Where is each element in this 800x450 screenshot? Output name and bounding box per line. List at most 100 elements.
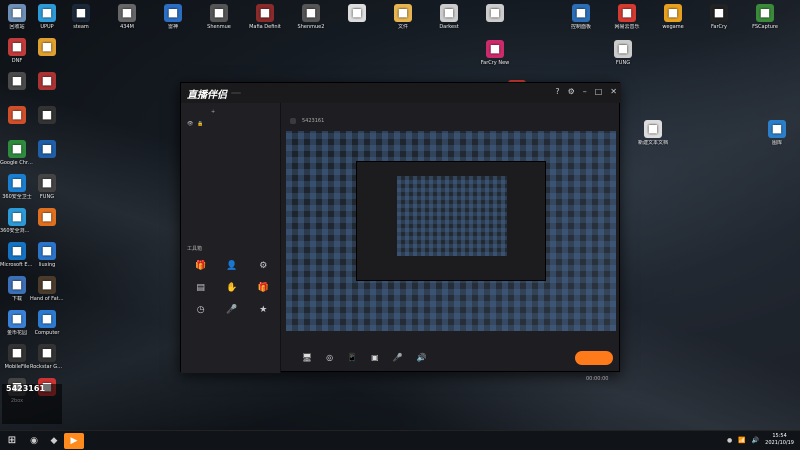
desktop-icon[interactable]: ■ 网易云音乐 [610,4,644,30]
close-icon[interactable]: ✕ [610,87,617,96]
help-icon[interactable]: ? [555,87,559,96]
app-icon: ■ [768,120,786,138]
desktop-icon[interactable]: ■ FarCry New [478,40,512,66]
desktop-icon-label: Rockstar Games [30,364,64,370]
add-scene-button[interactable]: + [211,109,215,115]
desktop-icon[interactable]: ■ [30,106,64,126]
notice-bar[interactable] [183,353,279,367]
desktop-icon[interactable]: ■ UPUP [30,4,64,30]
desktop-icon[interactable]: ■ 回收站 [0,4,34,30]
desktop-icon-label: Hand of Fate 2 [30,296,64,302]
desktop-icon[interactable]: ■ 新建文本文档 [636,120,670,146]
minimize-icon[interactable]: – [583,87,587,96]
network-icon[interactable]: 📶 [738,437,745,444]
desktop-icon[interactable]: ■ 下载 [0,276,34,302]
app-icon: ■ [164,4,182,22]
tray-icon[interactable]: ● [727,437,732,444]
toolbox-item[interactable]: ▤ [185,283,216,295]
desktop-icon[interactable]: ■ [30,38,64,58]
eye-icon[interactable]: 👁 [187,121,193,127]
desktop-icon[interactable]: ■ [0,106,34,126]
desktop-icon[interactable]: ■ DNF [0,38,34,64]
desktop-icon[interactable]: ■ 文件 [386,4,420,30]
scene-item[interactable]: 👁 🔒 [181,115,280,133]
source-button[interactable]: ◎ [326,353,333,363]
app-icon: ■ [756,4,774,22]
app-icon: ■ [38,4,56,22]
desktop-icon-label: 新建文本文档 [637,140,668,146]
desktop-icon[interactable]: ■ Computer [30,310,64,336]
toolbox-item[interactable]: 🎁 [248,283,279,295]
settings-icon[interactable]: ⚙ [568,87,575,96]
stream-preview[interactable] [286,131,616,331]
desktop-icon[interactable]: ■ [340,4,374,24]
toolbox-item[interactable]: ✋ [216,283,247,295]
desktop-icon[interactable]: ■ [0,72,34,92]
windows-start-icon[interactable]: ⊞ [0,435,24,446]
desktop-icon[interactable]: ■ 金币花园 [0,310,34,336]
source-button[interactable]: ▣ [371,353,379,363]
volume-icon[interactable]: 🔊 [752,437,759,444]
desktop-icon[interactable]: ■ MobileFile [0,344,34,370]
desktop-icon[interactable]: ■ Shenmue [202,4,236,30]
system-tray: ● 📶 🔊 15:54 2021/10/19 [727,433,794,447]
desktop-icon[interactable]: ■ 雷神 [156,4,190,30]
desktop-icon[interactable]: ■ Shenmue2 [294,4,328,30]
desktop-icon[interactable]: ■ 控制面板 [564,4,598,30]
toolbox-item[interactable]: 👤 [216,261,247,273]
desktop-icon[interactable]: ■ Rockstar Games [30,344,64,370]
source-button[interactable]: 🔊 [417,353,427,363]
source-button[interactable]: 🖥 [302,353,312,363]
go-live-button[interactable] [575,351,613,365]
app-titlebar[interactable]: 直播伴侣 ? ⚙ – □ ✕ [181,83,621,103]
toolbox-item[interactable]: ◷ [185,305,216,317]
desktop-icon[interactable]: ■ FarCry [702,4,736,30]
desktop-icon[interactable]: ■ Mafia Definit [248,4,282,30]
desktop-icon[interactable]: ■ Google Chrome [0,140,34,166]
desktop-icon[interactable]: ■ wegame [656,4,690,30]
source-button[interactable]: 🎤 [393,353,403,363]
camera-icon: ◎ [326,353,334,362]
app-icon: ■ [8,72,26,90]
desktop-icon[interactable]: ■ [478,4,512,24]
desktop-icon[interactable]: ■ FSCapture [748,4,782,30]
desktop-icon-label: 控制面板 [570,24,591,30]
desktop-icon-label: 图库 [771,140,782,146]
source-button[interactable]: 📱 [347,353,357,363]
app-icon: ■ [302,4,320,22]
desktop-icon-label: liuxing [38,262,56,268]
desktop-icon[interactable]: ■ 360安全卫士 [0,174,34,200]
toolbox-item[interactable]: 🎁 [185,261,216,273]
category-button[interactable] [290,118,296,124]
desktop-icon-label: 雷神 [167,24,178,30]
speaker-icon: 🔊 [416,353,427,362]
desktop-icon[interactable]: ■ 434M [110,4,144,30]
desktop-icon[interactable]: ■ Darkest [432,4,466,30]
desktop-icon-label: FarCry [710,24,728,30]
clock[interactable]: 15:54 2021/10/19 [765,433,794,447]
desktop-icon[interactable]: ■ [30,140,64,160]
desktop-icon-label: 下载 [11,296,22,302]
lock-icon[interactable]: 🔒 [197,121,203,127]
desktop-icon[interactable]: ■ FUNG [30,174,64,200]
desktop-icon[interactable]: ■ 图库 [760,120,794,146]
desktop-icon[interactable]: ■ Hand of Fate 2 [30,276,64,302]
toolbox-item[interactable]: 🎤 [216,305,247,317]
toolbox-item[interactable]: ★ [248,305,279,317]
desktop-icon[interactable]: ■ [30,208,64,228]
desktop-icon[interactable]: ■ Microsoft Edge [0,242,34,268]
chrome-taskbar-icon[interactable]: ◉ [24,436,44,446]
desktop-icon[interactable]: ■ [30,72,64,92]
desktop-icon-label: MobileFile [4,364,30,370]
maximize-icon[interactable]: □ [595,87,603,96]
toolbox-item[interactable]: ⚙ [248,261,279,273]
desktop-icon[interactable]: ■ 360安全浏览器 [0,208,34,234]
live-app-taskbar-icon[interactable]: ▶ [64,432,84,449]
star-icon: ★ [259,305,268,315]
desktop-icon[interactable]: ■ FUNG [606,40,640,66]
desktop-icon[interactable]: ■ steam [64,4,98,30]
taskbar-icon[interactable]: ◆ [44,436,64,446]
desktop-icon-label: steam [73,24,89,30]
app-icon: ■ [256,4,274,22]
desktop-icon[interactable]: ■ liuxing [30,242,64,268]
